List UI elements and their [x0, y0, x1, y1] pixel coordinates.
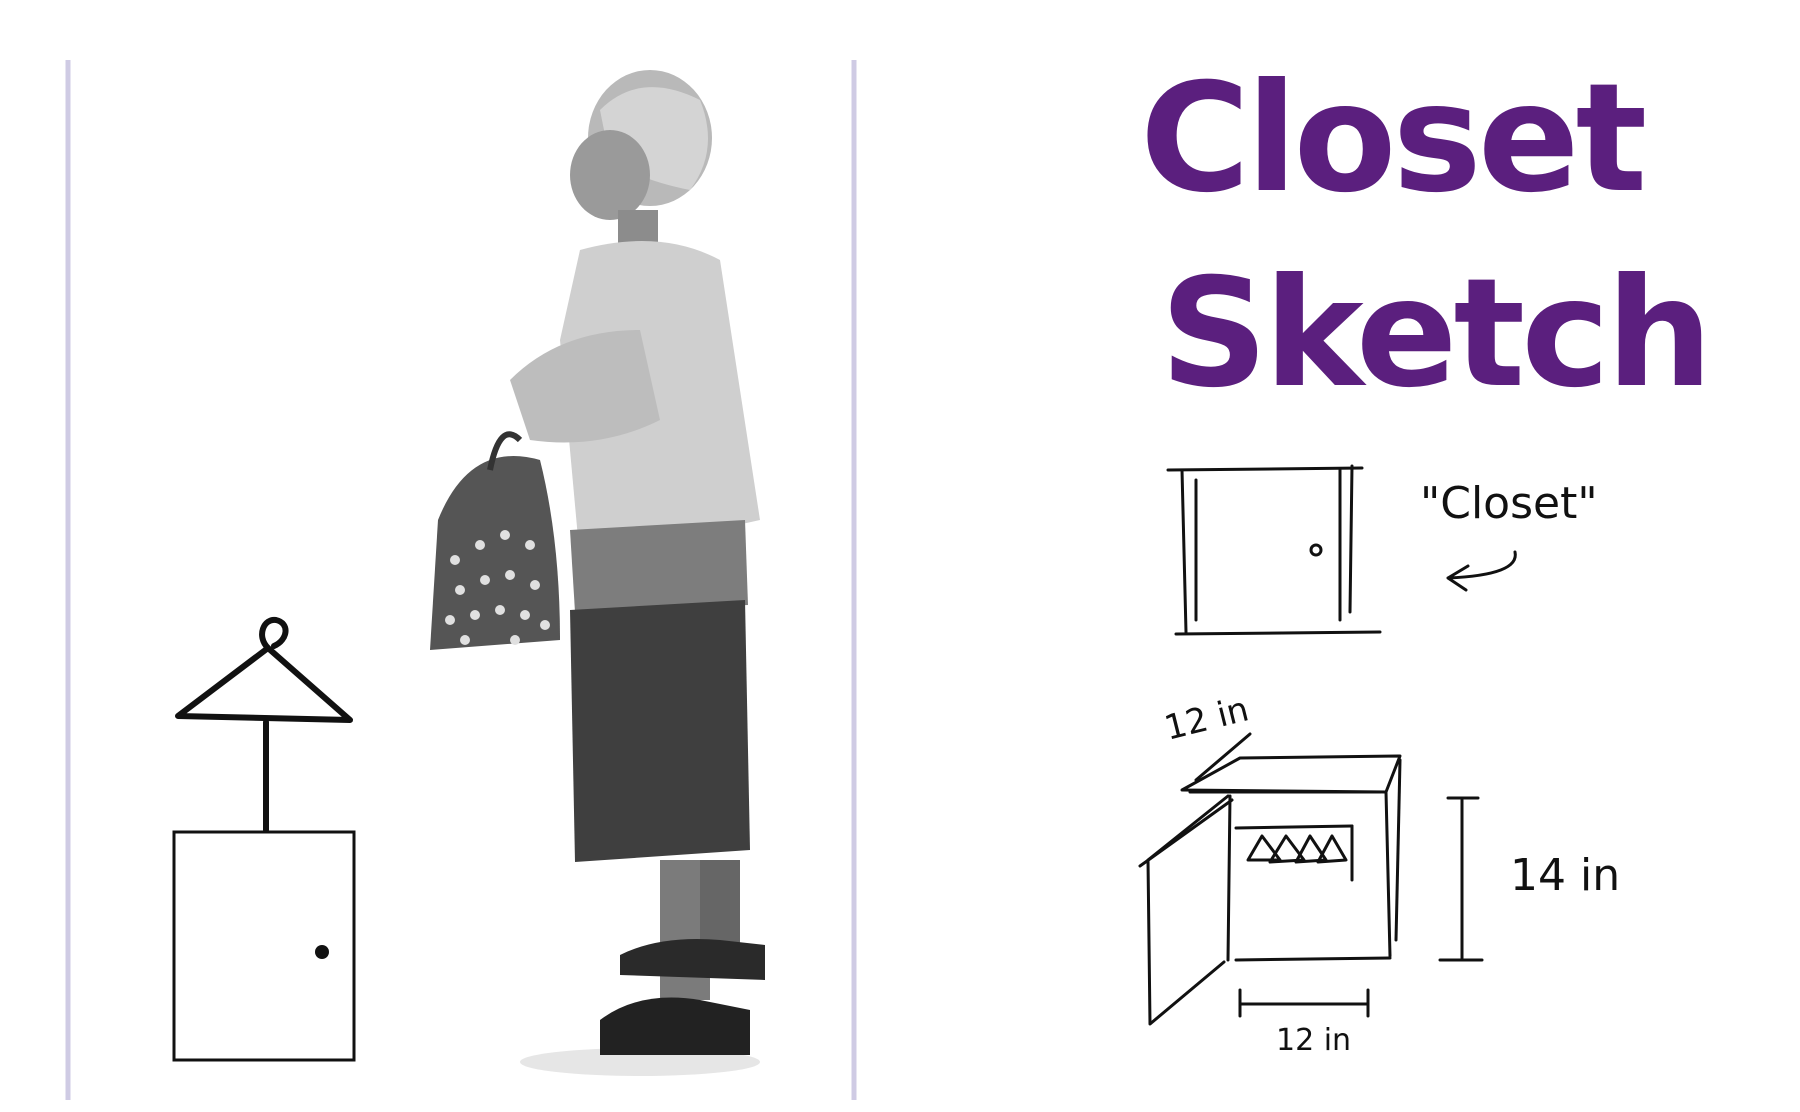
- closet-diagram: Closet Sketch "Closet" 12 in 14 in 12 in: [65, 52, 1713, 1100]
- page-title: Closet Sketch: [1140, 52, 1713, 421]
- closet-front-sketch: [1166, 464, 1382, 636]
- depth-label: 12 in: [1161, 689, 1253, 748]
- title-line-2: Sketch: [1160, 247, 1709, 421]
- door-icon: [172, 830, 356, 1062]
- arrow-icon: [1446, 550, 1517, 592]
- height-label: 14 in: [1510, 850, 1620, 901]
- open-closet-sketch: [1138, 732, 1484, 1026]
- woman-photo: [430, 70, 765, 1076]
- width-label: 12 in: [1276, 1023, 1351, 1058]
- closet-label: "Closet": [1420, 478, 1598, 529]
- hanger-icon: [175, 616, 353, 833]
- title-line-1: Closet: [1140, 52, 1645, 226]
